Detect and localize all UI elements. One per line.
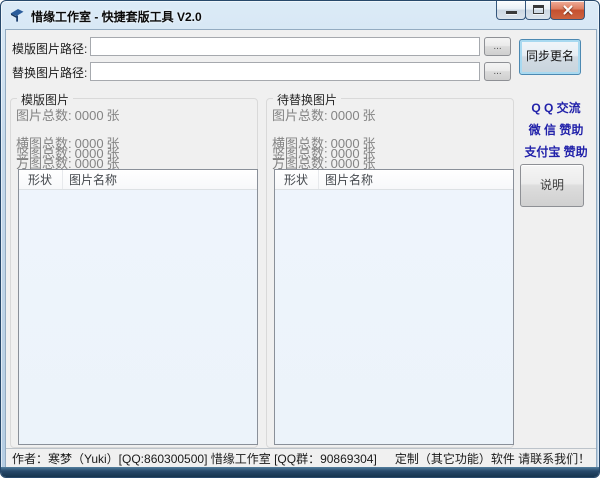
window-frame-bottom: [1, 467, 599, 477]
template-path-label: 模版图片路径:: [12, 40, 87, 57]
replace-path-browse-button[interactable]: ...: [484, 62, 511, 81]
wechat-donate-link[interactable]: 微 信 赞助: [514, 122, 598, 138]
maximize-button[interactable]: [525, 1, 551, 20]
template-list-header: 形状 图片名称: [19, 170, 257, 190]
replace-images-stats: 图片总数:0000张 横图总数:0000张 竖图总数:0000张 方图总数:00…: [272, 105, 376, 163]
minimize-button[interactable]: [496, 1, 526, 20]
replace-images-list[interactable]: 形状 图片名称: [274, 169, 514, 445]
template-images-groupbox: 模版图片 图片总数:0000张 横图总数:0000张 竖图总数:0000张 方图…: [10, 98, 258, 448]
sync-rename-button[interactable]: 同步更名: [519, 39, 581, 75]
replace-path-input[interactable]: [90, 62, 480, 81]
column-header-shape[interactable]: 形状: [19, 170, 63, 189]
window-title: 惜缘工作室 - 快捷套版工具 V2.0: [31, 8, 202, 25]
status-author-text: 作者：寒梦（Yuki）[QQ:860300500] 惜缘工作室 [QQ群：908…: [12, 450, 377, 467]
template-list-body[interactable]: [19, 190, 257, 445]
status-bar: 作者：寒梦（Yuki）[QQ:860300500] 惜缘工作室 [QQ群：908…: [6, 448, 596, 468]
replace-images-groupbox: 待替换图片 图片总数:0000张 横图总数:0000张 竖图总数:0000张 方…: [266, 98, 514, 448]
close-button[interactable]: [550, 1, 585, 20]
replace-list-body[interactable]: [275, 190, 513, 445]
column-header-image-name[interactable]: 图片名称: [319, 170, 513, 190]
qq-chat-link[interactable]: Q Q 交流: [514, 100, 598, 116]
help-button[interactable]: 说明: [520, 164, 584, 207]
template-images-stats: 图片总数:0000张 横图总数:0000张 竖图总数:0000张 方图总数:00…: [16, 105, 120, 163]
sidebar-links: Q Q 交流 微 信 赞助 支付宝 赞助: [514, 94, 598, 160]
replace-list-header: 形状 图片名称: [275, 170, 513, 190]
column-header-image-name[interactable]: 图片名称: [63, 170, 257, 190]
title-bar[interactable]: 惜缘工作室 - 快捷套版工具 V2.0: [1, 1, 599, 29]
template-images-list[interactable]: 形状 图片名称: [18, 169, 258, 445]
column-header-shape[interactable]: 形状: [275, 170, 319, 189]
template-path-browse-button[interactable]: ...: [484, 37, 511, 56]
status-contact-text: 定制（其它功能）软件 请联系我们！: [395, 450, 590, 467]
maximize-icon: [533, 5, 544, 14]
replace-path-label: 替换图片路径:: [12, 64, 87, 81]
client-area: 模版图片路径: ... 替换图片路径: ... 同步更名 模版图片 图片总数:0…: [5, 29, 597, 469]
alipay-donate-link[interactable]: 支付宝 赞助: [514, 144, 598, 160]
template-path-input[interactable]: [90, 37, 480, 56]
caption-buttons: [497, 1, 585, 21]
app-window: 惜缘工作室 - 快捷套版工具 V2.0 模版图片路径: ... 替换图片路径: …: [0, 0, 600, 478]
app-logo-icon: [9, 7, 25, 23]
close-icon: [562, 4, 574, 16]
minimize-icon: [506, 11, 517, 14]
